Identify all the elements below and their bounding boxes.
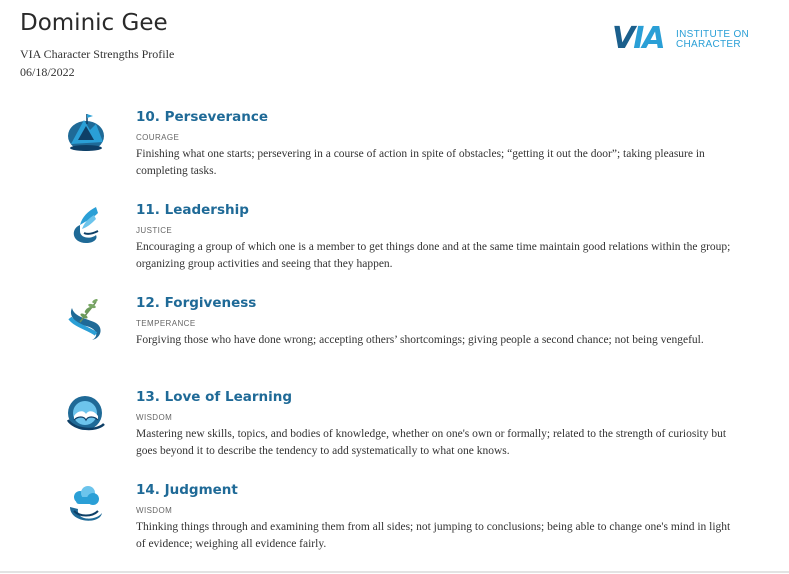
strength-description: Thinking things through and examining th… bbox=[136, 521, 731, 550]
via-logo-ia: IA bbox=[633, 21, 665, 56]
profile-subtitle: VIA Character Strengths Profile bbox=[20, 47, 175, 61]
strength-description: Finishing what one starts; persevering i… bbox=[136, 148, 705, 177]
wings-swirl-icon bbox=[66, 203, 106, 249]
page-bottom-divider bbox=[0, 571, 789, 573]
strength-virtue: TEMPERANCE bbox=[136, 319, 196, 328]
via-logo: VIA INSTITUTE ON CHARACTER bbox=[612, 24, 762, 58]
via-logo-line2: CHARACTER bbox=[676, 39, 741, 50]
strength-title: 13. Love of Learning bbox=[136, 389, 293, 405]
strength-title: 14. Judgment bbox=[136, 482, 238, 498]
strength-virtue: WISDOM bbox=[136, 413, 173, 422]
strength-virtue: COURAGE bbox=[136, 133, 180, 142]
via-logo-text: INSTITUTE ON CHARACTER bbox=[676, 30, 749, 50]
olive-branch-icon bbox=[66, 296, 106, 342]
strength-virtue: WISDOM bbox=[136, 506, 173, 515]
strength-title: 10. Perseverance bbox=[136, 109, 269, 125]
via-logo-mark: VIA bbox=[612, 21, 666, 56]
strength-title: 11. Leadership bbox=[136, 202, 249, 218]
via-logo-v: V bbox=[612, 21, 635, 56]
mountain-summit-icon bbox=[66, 110, 106, 156]
strength-virtue: JUSTICE bbox=[136, 226, 173, 235]
open-book-icon bbox=[66, 390, 106, 436]
strength-description: Forgiving those who have done wrong; acc… bbox=[136, 334, 704, 346]
cloud-swirl-icon bbox=[66, 483, 106, 529]
strength-description: Encouraging a group of which one is a me… bbox=[136, 241, 731, 270]
profile-name: Dominic Gee bbox=[20, 10, 168, 36]
strength-description: Mastering new skills, topics, and bodies… bbox=[136, 428, 727, 457]
strength-title: 12. Forgiveness bbox=[136, 295, 257, 311]
profile-date: 06/18/2022 bbox=[20, 65, 75, 79]
